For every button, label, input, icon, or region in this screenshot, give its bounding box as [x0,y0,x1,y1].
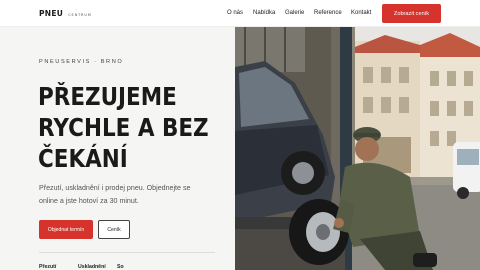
brand-name: PNEU [39,9,64,18]
nav-link-o-nas[interactable]: O nás [227,10,243,16]
hero-headline-line-3: ČEKÁNÍ [38,144,128,173]
hero-headline-line-2: RYCHLE A BEZ [38,113,209,142]
hero-lead-line-1: Přezutí, uskladnění i prodej pneu. Objed… [39,184,191,192]
stat-label-prezuti: Přezutí [39,264,57,270]
hero-image [235,27,480,270]
stat-label-uskladneni: Uskladnění [78,264,106,270]
site-header: PNEU CENTRUM O nás Nabídka Galerie Refer… [0,0,480,27]
brand-tagline: CENTRUM [68,13,92,17]
stats-divider [39,252,215,253]
book-appointment-button[interactable]: Objednat termín [39,220,93,239]
nav-link-nabidka[interactable]: Nabídka [253,10,275,16]
nav-link-galerie[interactable]: Galerie [285,10,304,16]
price-list-secondary-button[interactable]: Ceník [98,220,130,239]
nav-link-kontakt[interactable]: Kontakt [351,10,371,16]
stat-label-so: So [117,264,124,270]
hero-headline-line-1: PŘEZUJEME [38,82,177,111]
hero-eyebrow: PNEUSERVIS · BRNO [39,59,124,65]
hero-lead-line-2: online a jste hotoví za 30 minut. [39,197,139,205]
brand-logo[interactable]: PNEU CENTRUM [39,9,92,18]
nav-link-reference[interactable]: Reference [314,10,342,16]
price-list-button[interactable]: Zobrazit ceník [382,4,441,23]
